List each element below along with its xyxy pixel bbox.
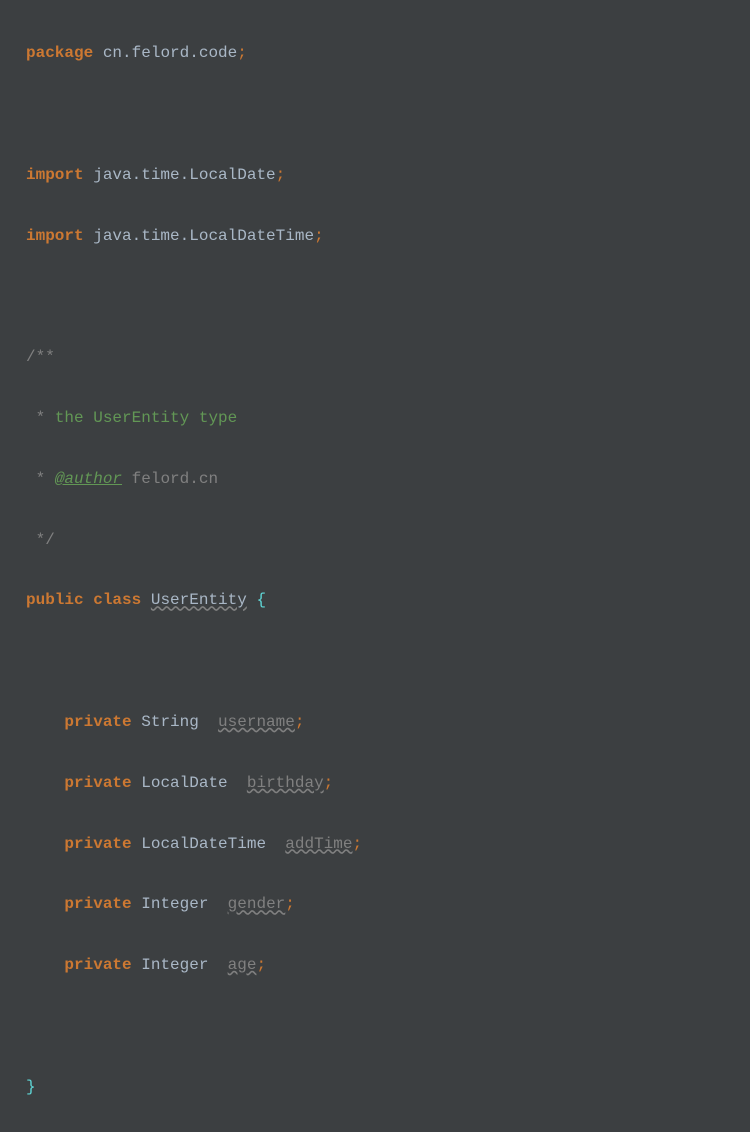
javadoc-line[interactable]: */ (4, 525, 750, 555)
code-line[interactable]: public class UserEntity { (4, 585, 750, 615)
code-line[interactable]: private String username; (4, 707, 750, 737)
type-localdatetime: LocalDateTime (141, 835, 266, 853)
code-line[interactable]: package cn.felord.code; (4, 38, 750, 68)
javadoc-author-tag: @author (55, 470, 122, 488)
javadoc-author-value: felord.cn (122, 470, 218, 488)
type-integer: Integer (141, 895, 208, 913)
keyword-private: private (64, 774, 131, 792)
type-string: String (141, 713, 199, 731)
javadoc-line[interactable]: /** (4, 342, 750, 372)
field-age: age (228, 956, 257, 974)
import-name: java.time.LocalDate (93, 166, 275, 184)
keyword-private: private (64, 713, 131, 731)
code-line-blank[interactable] (4, 99, 750, 129)
javadoc-line[interactable]: * the UserEntity type (4, 403, 750, 433)
code-line-blank[interactable] (4, 646, 750, 676)
keyword-import: import (26, 227, 84, 245)
keyword-package: package (26, 44, 93, 62)
type-localdate: LocalDate (141, 774, 227, 792)
code-line[interactable]: import java.time.LocalDate; (4, 160, 750, 190)
import-name: java.time.LocalDateTime (93, 227, 314, 245)
keyword-class: class (93, 591, 141, 609)
brace-open: { (256, 591, 266, 609)
code-line-blank[interactable] (4, 282, 750, 312)
code-line-blank[interactable] (4, 1011, 750, 1041)
package-name: cn.felord.code (103, 44, 237, 62)
javadoc-close: */ (26, 531, 55, 549)
keyword-private: private (64, 956, 131, 974)
code-line[interactable]: private LocalDate birthday; (4, 768, 750, 798)
code-line[interactable]: } (4, 1072, 750, 1102)
brace-close: } (26, 1078, 36, 1096)
keyword-private: private (64, 835, 131, 853)
field-username: username (218, 713, 295, 731)
javadoc-text: the UserEntity type (55, 409, 237, 427)
field-addtime: addTime (285, 835, 352, 853)
keyword-public: public (26, 591, 84, 609)
code-editor[interactable]: package cn.felord.code; import java.time… (4, 8, 750, 1132)
field-gender: gender (228, 895, 286, 913)
code-line[interactable]: private Integer age; (4, 950, 750, 980)
field-birthday: birthday (247, 774, 324, 792)
code-line[interactable]: import java.time.LocalDateTime; (4, 221, 750, 251)
javadoc-open: /** (26, 348, 55, 366)
javadoc-line[interactable]: * @author felord.cn (4, 464, 750, 494)
code-line[interactable]: private Integer gender; (4, 889, 750, 919)
class-name: UserEntity (151, 591, 247, 609)
type-integer: Integer (141, 956, 208, 974)
keyword-import: import (26, 166, 84, 184)
code-line[interactable]: private LocalDateTime addTime; (4, 829, 750, 859)
keyword-private: private (64, 895, 131, 913)
